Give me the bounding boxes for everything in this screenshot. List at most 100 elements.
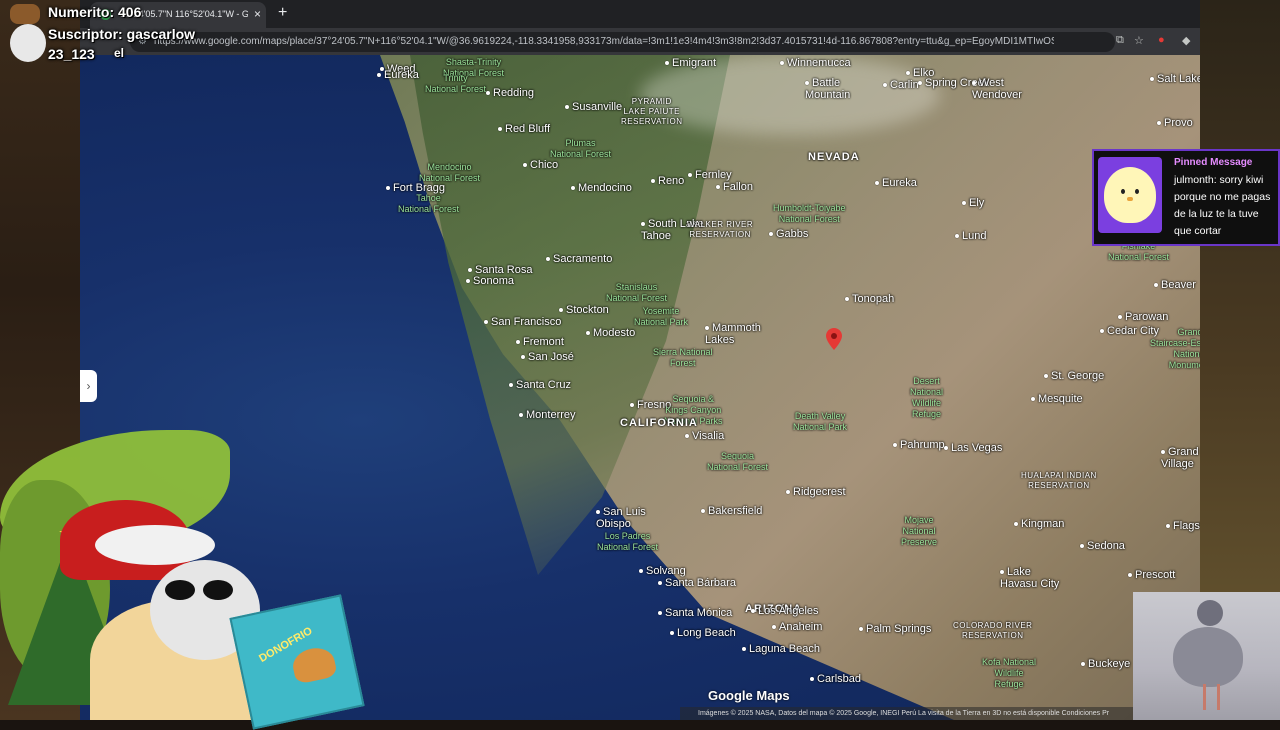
map-label-city[interactable]: Anaheim	[772, 621, 822, 633]
map-label-city[interactable]: Fallon	[716, 181, 753, 193]
map-label-park[interactable]: Trinity National Forest	[425, 73, 486, 95]
map-label-city[interactable]: Los Ángeles	[751, 605, 819, 617]
map-label-city[interactable]: Fernley	[688, 169, 732, 181]
map-label-text: Modesto	[593, 327, 636, 339]
map-label-city[interactable]: San Luis Obispo	[596, 506, 646, 530]
map-label-city[interactable]: Palm Springs	[859, 623, 931, 635]
map-label-city[interactable]: Salt Lake	[1150, 73, 1200, 85]
map-label-city[interactable]: Provo	[1157, 117, 1193, 129]
map-label-park[interactable]: Stanislaus National Forest	[606, 282, 667, 304]
map-label-city[interactable]: Solvang	[639, 565, 686, 577]
map-label-city[interactable]: Eureka	[377, 69, 419, 81]
collapse-panel-button[interactable]: ›	[80, 370, 97, 402]
map-label-res[interactable]: PYRAMID LAKE PAIUTE RESERVATION	[621, 97, 683, 127]
map-label-park[interactable]: Kofa National Wildlife Refuge	[982, 657, 1036, 690]
extension-icon[interactable]: ●	[1158, 34, 1165, 46]
map-label-city[interactable]: Visalia	[685, 430, 724, 442]
map-label-city[interactable]: Fremont	[516, 336, 564, 348]
city-dot-icon	[1080, 544, 1084, 549]
new-tab-icon[interactable]: +	[278, 4, 287, 22]
extension-diamond-icon[interactable]: ◆	[1182, 34, 1190, 47]
map-label-city[interactable]: Long Beach	[670, 627, 736, 639]
map-label-city[interactable]: Lund	[955, 230, 986, 242]
city-dot-icon	[918, 81, 922, 86]
map-label-text: Yosemite National Park	[634, 306, 689, 327]
map-label-region[interactable]: CALIFORNIA	[620, 417, 698, 429]
city-dot-icon	[468, 268, 472, 273]
map-label-city[interactable]: Santa Bárbara	[658, 577, 736, 589]
map-label-park[interactable]: Mojave National Preserve	[901, 515, 937, 548]
map-label-city[interactable]: Mendocino	[571, 182, 632, 194]
map-label-park[interactable]: Tahoe National Forest	[398, 193, 459, 215]
map-label-res[interactable]: COLORADO RIVER RESERVATION	[953, 621, 1032, 641]
map-label-city[interactable]: San José	[521, 351, 574, 363]
map-label-city[interactable]: Las Vegas	[944, 442, 1002, 454]
map-label-park[interactable]: Yosemite National Park	[634, 306, 688, 328]
map-label-park[interactable]: Sierra National Forest	[653, 347, 713, 369]
map-label-city[interactable]: Ridgecrest	[786, 486, 846, 498]
map-label-text: Buckeye	[1088, 658, 1131, 670]
map-label-city[interactable]: Santa Mónica	[658, 607, 732, 619]
map-label-park[interactable]: Plumas National Forest	[550, 138, 611, 160]
map-label-park[interactable]: Mendocino National Forest	[419, 162, 480, 184]
map-label-city[interactable]: Winnemucca	[780, 57, 851, 69]
map-label-text: Sequoia National Forest	[707, 451, 769, 472]
map-label-city[interactable]: Tonopah	[845, 293, 894, 305]
map-label-city[interactable]: Beaver	[1154, 279, 1196, 291]
map-label-park[interactable]: Sequoia National Forest	[707, 451, 768, 473]
map-label-park[interactable]: Desert National Wildlife Refuge	[910, 376, 943, 420]
map-label-city[interactable]: Flagstaff	[1166, 520, 1200, 532]
map-label-res[interactable]: WALKER RIVER RESERVATION	[687, 220, 753, 240]
map-label-park[interactable]: Humboldt-Toiyabe National Forest	[773, 203, 846, 225]
map-label-city[interactable]: Santa Cruz	[509, 379, 571, 391]
map-label-city[interactable]: West Wendover	[972, 77, 1022, 101]
map-label-city[interactable]: Prescott	[1128, 569, 1175, 581]
map-label-city[interactable]: Mammoth Lakes	[705, 322, 761, 346]
install-app-icon[interactable]: ⧉	[1116, 34, 1124, 47]
map-label-city[interactable]: Modesto	[586, 327, 635, 339]
map-label-city[interactable]: Carlsbad	[810, 673, 861, 685]
address-bar[interactable]: ⚙ https://www.google.com/maps/place/37°2…	[130, 32, 1115, 52]
map-label-city[interactable]: Grand Canyon Village	[1161, 446, 1200, 470]
map-label-city[interactable]: St. George	[1044, 370, 1104, 382]
map-label-city[interactable]: Susanville	[565, 101, 622, 113]
city-dot-icon	[893, 443, 897, 448]
map-label-city[interactable]: Sacramento	[546, 253, 612, 265]
map-label-city[interactable]: Gabbs	[769, 228, 808, 240]
cloud-icon	[10, 24, 46, 62]
map-label-text: Carlsbad	[817, 673, 862, 685]
map-label-city[interactable]: Chico	[523, 159, 558, 171]
map-label-city[interactable]: San Francisco	[484, 316, 561, 328]
bookmark-star-icon[interactable]: ☆	[1134, 34, 1144, 47]
map-label-park[interactable]: Los Padres National Forest	[597, 531, 658, 553]
map-label-park[interactable]: Grand Staircase-Escalante National Monum…	[1150, 327, 1200, 371]
map-label-res[interactable]: HUALAPAI INDIAN RESERVATION	[1021, 471, 1097, 491]
city-dot-icon	[805, 81, 809, 86]
map-label-city[interactable]: Sonoma	[466, 275, 514, 287]
map-label-city[interactable]: Carlin	[883, 79, 919, 91]
map-label-city[interactable]: Eureka	[875, 177, 917, 189]
map-label-city[interactable]: Mesquite	[1031, 393, 1083, 405]
tab-close-icon[interactable]: ×	[254, 7, 261, 21]
map-label-city[interactable]: Stockton	[559, 304, 609, 316]
map-label-city[interactable]: Kingman	[1014, 518, 1064, 530]
map-label-city[interactable]: Laguna Beach	[742, 643, 820, 655]
map-label-city[interactable]: Battle Mountain	[805, 77, 850, 101]
map-label-city[interactable]: Ely	[962, 197, 984, 209]
map-label-city[interactable]: Buckeye	[1081, 658, 1130, 670]
map-label-park[interactable]: Death Valley National Park	[793, 411, 847, 433]
map-label-city[interactable]: Red Bluff	[498, 123, 550, 135]
map-label-city[interactable]: Lake Havasu City	[1000, 566, 1059, 590]
map-label-city[interactable]: Pahrump	[893, 439, 945, 451]
map-label-city[interactable]: Parowan	[1118, 311, 1168, 323]
map-label-region[interactable]: NEVADA	[808, 151, 860, 163]
map-label-city[interactable]: Monterrey	[519, 409, 576, 421]
map-label-city[interactable]: Sedona	[1080, 540, 1125, 552]
location-pin-icon[interactable]	[826, 328, 842, 350]
map-label-city[interactable]: Redding	[486, 87, 534, 99]
map-label-city[interactable]: Reno	[651, 175, 684, 187]
santa-hat-trim	[95, 525, 215, 565]
map-label-city[interactable]: Bakersfield	[701, 505, 762, 517]
counter-text: 23_123	[48, 46, 95, 62]
map-label-city[interactable]: Emigrant	[665, 57, 716, 69]
